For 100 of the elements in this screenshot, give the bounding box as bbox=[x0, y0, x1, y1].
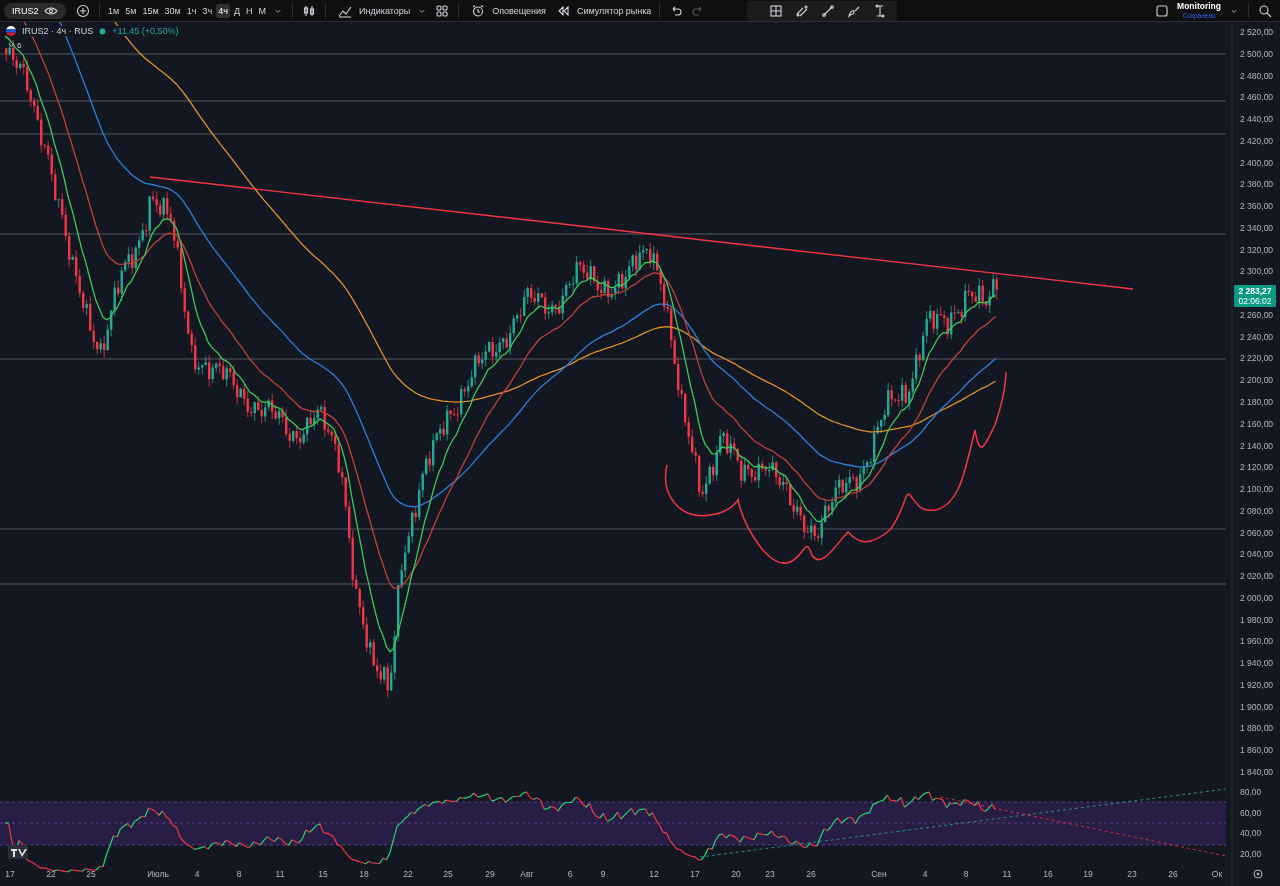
bar-countdown: 02:06:02 bbox=[1237, 296, 1273, 306]
horizontal-line[interactable] bbox=[0, 358, 1227, 360]
price-axis-label: 2 140,00 bbox=[1240, 440, 1274, 451]
interval-button[interactable]: Н bbox=[244, 3, 255, 18]
time-axis-label: 23 bbox=[1127, 869, 1137, 879]
price-axis-label: 2 040,00 bbox=[1240, 549, 1274, 560]
trend-line-icon[interactable] bbox=[820, 3, 837, 18]
time-axis-label: 22 bbox=[403, 869, 413, 879]
time-axis-label: 11 bbox=[1002, 869, 1012, 879]
price-axis-label: 2 520,00 bbox=[1240, 27, 1274, 37]
time-axis-label: 26 bbox=[1168, 869, 1178, 879]
trend-line[interactable] bbox=[149, 176, 1134, 290]
time-axis-label: 8 bbox=[236, 869, 242, 879]
time-axis-label: 4 bbox=[922, 869, 928, 879]
symbol-title: IRUS2 · 4ч · RUS bbox=[21, 26, 95, 36]
price-axis-label: 2 300,00 bbox=[1240, 266, 1274, 277]
time-axis-label: 17 bbox=[5, 869, 15, 879]
time-axis-label: 17 bbox=[690, 869, 700, 879]
price-axis-label: 2 420,00 bbox=[1240, 135, 1274, 146]
time-axis-label: 4 bbox=[194, 869, 200, 879]
interval-button[interactable]: 1м bbox=[106, 3, 122, 18]
settings-icon[interactable] bbox=[1253, 869, 1263, 879]
time-axis-label: 25 bbox=[86, 869, 96, 879]
add-symbol-icon[interactable] bbox=[76, 3, 90, 18]
price-axis-label: 2 360,00 bbox=[1240, 201, 1274, 212]
rsi-axis-label: 20,00 bbox=[1240, 849, 1262, 859]
candles-icon[interactable] bbox=[302, 3, 317, 18]
alerts-button[interactable]: Оповещения bbox=[464, 3, 549, 18]
status-dot bbox=[99, 27, 107, 35]
time-axis-label: 11 bbox=[275, 869, 285, 879]
grid-icon[interactable] bbox=[435, 3, 450, 18]
interval-button[interactable]: 3ч bbox=[200, 3, 215, 18]
square-icon[interactable] bbox=[1155, 3, 1170, 18]
price-axis-label: 2 220,00 bbox=[1240, 353, 1274, 364]
interval-button[interactable]: 30м bbox=[162, 3, 183, 18]
time-axis-label: 16 bbox=[1043, 869, 1053, 879]
price-axis-label: 2 080,00 bbox=[1240, 505, 1274, 516]
flag-icon bbox=[6, 26, 16, 36]
logo-icon bbox=[8, 845, 28, 859]
time-axis-label: 6 bbox=[567, 869, 573, 879]
time-axis-label: 25 bbox=[443, 869, 453, 879]
price-axis-label: 1 960,00 bbox=[1240, 636, 1274, 647]
price-axis-label: 1 980,00 bbox=[1240, 614, 1274, 625]
time-axis-label: Июль bbox=[147, 869, 169, 879]
price-axis-label: 2 460,00 bbox=[1240, 92, 1274, 103]
price-axis-label: 1 900,00 bbox=[1240, 701, 1274, 712]
interval-button[interactable]: 1ч bbox=[184, 3, 199, 18]
price-axis-label: 2 340,00 bbox=[1240, 222, 1274, 233]
time-axis-label: 23 bbox=[765, 869, 775, 879]
time-axis-label: Авг bbox=[520, 869, 534, 879]
interval-button[interactable]: 15м bbox=[140, 3, 161, 18]
interval-button[interactable]: 4ч bbox=[216, 3, 230, 18]
time-axis-label: 20 bbox=[731, 869, 741, 879]
price-axis-label: 2 480,00 bbox=[1240, 70, 1274, 81]
price-axis-label: 2 500,00 bbox=[1240, 48, 1274, 59]
search-icon[interactable] bbox=[1258, 3, 1272, 18]
price-axis-label: 2 000,00 bbox=[1240, 592, 1274, 603]
rsi-trend-line[interactable] bbox=[699, 788, 1227, 858]
price-axis-label: 1 860,00 bbox=[1240, 745, 1274, 756]
current-price: 2 283,27 bbox=[1237, 286, 1273, 296]
indicators-button[interactable]: Индикаторы bbox=[331, 3, 414, 18]
price-axis-label: 2 440,00 bbox=[1240, 114, 1274, 125]
price-axis-label: 1 920,00 bbox=[1240, 679, 1274, 690]
replay-button[interactable]: Симулятор рынка bbox=[548, 3, 655, 18]
price-axis-label: 2 380,00 bbox=[1240, 179, 1274, 190]
price-axis-label: 2 200,00 bbox=[1240, 375, 1274, 386]
price-axis-label: 2 100,00 bbox=[1240, 484, 1274, 495]
price-change: +11,45 (+0,50%) bbox=[111, 26, 180, 36]
time-axis-label: 15 bbox=[318, 869, 328, 879]
symbol-search-field[interactable]: IRUS2 bbox=[4, 2, 66, 19]
layout-name: Monitoring bbox=[1177, 1, 1221, 11]
rsi-axis-label: 60,00 bbox=[1240, 807, 1262, 818]
caret-icon[interactable] bbox=[8, 42, 15, 49]
symbol-text: IRUS2 bbox=[12, 5, 39, 16]
price-axis-label: 1 840,00 bbox=[1240, 767, 1274, 777]
time-axis-label: 9 bbox=[600, 869, 606, 879]
time-axis-label: 22 bbox=[46, 869, 56, 879]
time-axis-label: 8 bbox=[963, 869, 969, 879]
time-axis-label: 12 bbox=[649, 869, 659, 879]
price-axis-label: 2 120,00 bbox=[1240, 462, 1274, 473]
indicator-count: 6 bbox=[17, 41, 22, 50]
interval-button[interactable]: Д bbox=[231, 3, 243, 18]
crosshair-grid-icon[interactable] bbox=[768, 3, 785, 18]
interval-button[interactable]: М bbox=[256, 3, 269, 18]
time-axis-label: 29 bbox=[485, 869, 495, 879]
time-axis-label: 18 bbox=[359, 869, 369, 879]
time-axis-label: Сен bbox=[871, 869, 887, 879]
rsi-axis-label: 80,00 bbox=[1240, 787, 1262, 797]
price-axis-label: 2 180,00 bbox=[1240, 397, 1274, 407]
alarm-clock-icon[interactable] bbox=[471, 3, 486, 18]
hand-drawn-curve[interactable] bbox=[664, 371, 1007, 564]
price-axis-label: 2 320,00 bbox=[1240, 244, 1274, 255]
price-axis-label: 2 160,00 bbox=[1240, 418, 1274, 429]
interval-button[interactable]: 5м bbox=[123, 3, 139, 18]
rsi-axis-label: 40,00 bbox=[1240, 828, 1262, 839]
price-axis-label: 2 260,00 bbox=[1240, 309, 1274, 320]
price-axis-label: 1 940,00 bbox=[1240, 658, 1274, 669]
price-axis-label: 1 880,00 bbox=[1240, 723, 1274, 734]
price-axis-label: 2 060,00 bbox=[1240, 527, 1274, 538]
price-axis-label: 2 240,00 bbox=[1240, 331, 1274, 342]
